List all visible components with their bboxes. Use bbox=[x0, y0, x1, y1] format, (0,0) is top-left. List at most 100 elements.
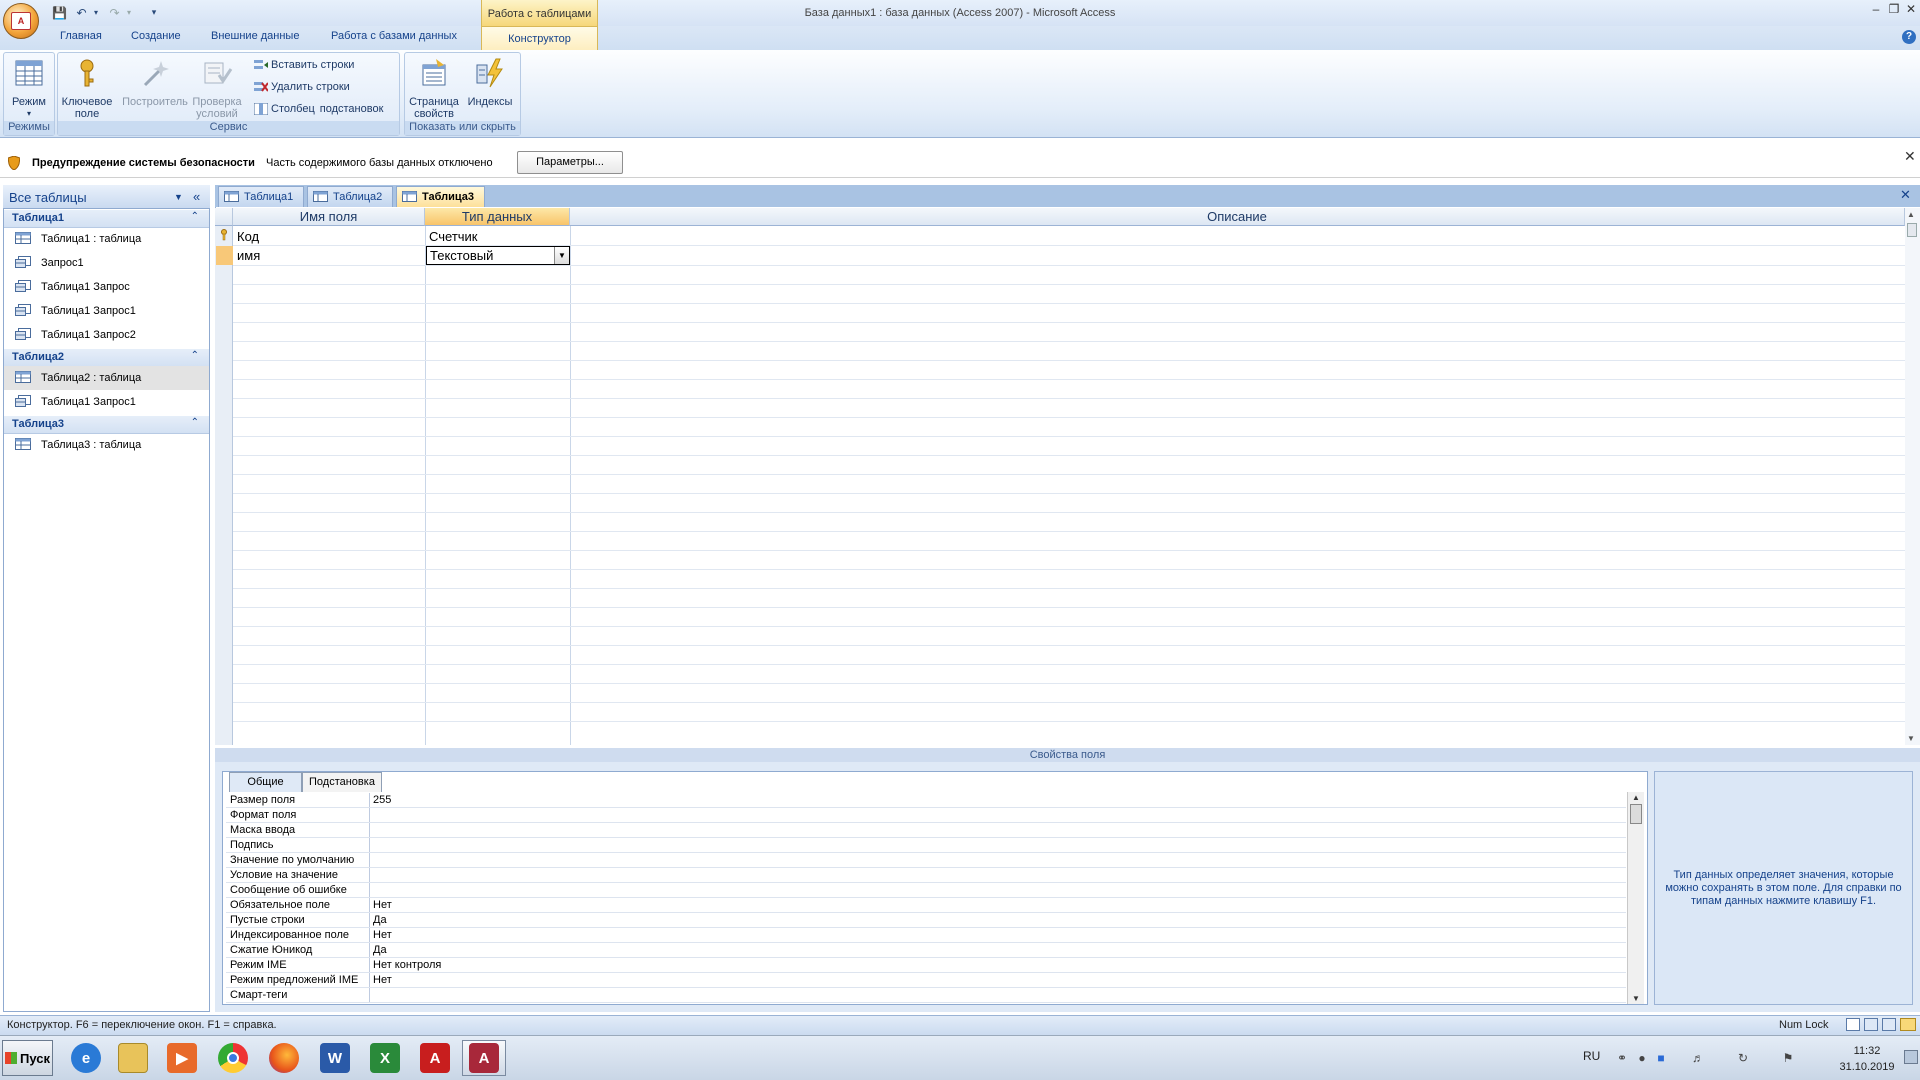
scroll-thumb[interactable] bbox=[1907, 223, 1917, 237]
property-row[interactable]: Режим предложений IME Нет bbox=[226, 973, 1626, 988]
scroll-up-icon[interactable]: ▲ bbox=[1907, 210, 1915, 219]
chevron-down-icon[interactable]: ▼ bbox=[174, 192, 183, 202]
volume-icon[interactable]: ♬ bbox=[1690, 1051, 1706, 1065]
nav-item[interactable]: Таблица2 : таблица bbox=[4, 366, 209, 390]
word-icon[interactable]: W bbox=[313, 1040, 357, 1076]
clock-date[interactable]: 31.10.2019 bbox=[1833, 1061, 1901, 1073]
nav-item[interactable]: Таблица1 Запрос1 bbox=[4, 299, 209, 323]
property-value[interactable]: Нет контроля bbox=[373, 959, 441, 971]
scroll-thumb[interactable] bbox=[1630, 804, 1642, 824]
insert-rows-button[interactable]: Вставить строки bbox=[254, 59, 354, 71]
firefox-icon[interactable] bbox=[262, 1040, 306, 1076]
doc-tab-tablitsa2[interactable]: Таблица2 bbox=[307, 186, 394, 207]
test-rules-button[interactable]: Проверка условий bbox=[192, 57, 242, 120]
tab-database-tools[interactable]: Работа с базами данных bbox=[331, 30, 457, 42]
property-row[interactable]: Формат поля bbox=[226, 808, 1626, 823]
property-row[interactable]: Сообщение об ошибке bbox=[226, 883, 1626, 898]
indexes-button[interactable]: Индексы bbox=[465, 57, 515, 108]
sync-icon[interactable]: ↻ bbox=[1735, 1051, 1751, 1065]
grid-vertical-scrollbar[interactable]: ▲ ▼ bbox=[1905, 208, 1920, 745]
property-row[interactable]: Режим IME Нет контроля bbox=[226, 958, 1626, 973]
tab-general[interactable]: Общие bbox=[229, 772, 302, 792]
close-icon[interactable]: ✕ bbox=[1904, 3, 1918, 17]
doc-tab-tablitsa3[interactable]: Таблица3 bbox=[396, 186, 485, 207]
nav-item[interactable]: Таблица1 Запрос1 bbox=[4, 390, 209, 414]
column-header-data-type[interactable]: Тип данных bbox=[425, 208, 570, 226]
property-row[interactable]: Значение по умолчанию bbox=[226, 853, 1626, 868]
key-field-button[interactable]: Ключевое поле bbox=[61, 57, 113, 120]
property-row[interactable]: Условие на значение bbox=[226, 868, 1626, 883]
scroll-down-icon[interactable]: ▼ bbox=[1907, 734, 1915, 743]
field-name-cell[interactable]: Код bbox=[237, 229, 259, 244]
collapse-icon[interactable]: ⌃ bbox=[191, 417, 199, 428]
property-row[interactable]: Обязательное поле Нет bbox=[226, 898, 1626, 913]
tray-app-icon[interactable]: ● bbox=[1634, 1051, 1650, 1065]
table-row-selector[interactable] bbox=[216, 246, 233, 265]
properties-scrollbar[interactable]: ▲ ▼ bbox=[1627, 792, 1644, 1004]
property-row[interactable]: Индексированное поле Нет bbox=[226, 928, 1626, 943]
action-center-flag-icon[interactable]: ⚑ bbox=[1780, 1051, 1796, 1065]
tab-home[interactable]: Главная bbox=[60, 30, 102, 42]
scroll-up-icon[interactable]: ▲ bbox=[1632, 793, 1640, 802]
property-row[interactable]: Подпись bbox=[226, 838, 1626, 853]
property-row[interactable]: Пустые строки Да bbox=[226, 913, 1626, 928]
column-header-description[interactable]: Описание bbox=[570, 208, 1905, 226]
access-icon[interactable]: A bbox=[462, 1040, 506, 1076]
security-tray-icon[interactable]: ■ bbox=[1653, 1051, 1669, 1065]
mode-button[interactable]: Режим ▾ bbox=[6, 57, 52, 120]
property-row[interactable]: Маска ввода bbox=[226, 823, 1626, 838]
media-player-icon[interactable]: ▶ bbox=[160, 1040, 204, 1076]
close-icon[interactable]: ✕ bbox=[1904, 148, 1916, 165]
excel-icon[interactable]: X bbox=[363, 1040, 407, 1076]
nav-item[interactable]: Таблица3 : таблица bbox=[4, 433, 209, 457]
language-indicator[interactable]: RU bbox=[1583, 1049, 1600, 1063]
property-value[interactable]: Нет bbox=[373, 929, 392, 941]
pivottable-view-icon[interactable] bbox=[1864, 1018, 1878, 1031]
pivotchart-view-icon[interactable] bbox=[1882, 1018, 1896, 1031]
tab-external-data[interactable]: Внешние данные bbox=[211, 30, 299, 42]
field-name-cell[interactable]: имя bbox=[237, 248, 260, 263]
clock-time[interactable]: 11:32 bbox=[1845, 1045, 1889, 1057]
collapse-icon[interactable]: ⌃ bbox=[191, 211, 199, 222]
property-row[interactable]: Смарт-теги bbox=[226, 988, 1626, 1003]
internet-explorer-icon[interactable]: e bbox=[64, 1040, 108, 1076]
security-options-button[interactable]: Параметры... bbox=[517, 151, 623, 174]
property-value[interactable]: Нет bbox=[373, 974, 392, 986]
show-desktop-icon[interactable] bbox=[1904, 1050, 1918, 1064]
chrome-icon[interactable] bbox=[211, 1040, 255, 1076]
collapse-icon[interactable]: ⌃ bbox=[191, 350, 199, 361]
property-sheet-button[interactable]: Страница свойств bbox=[407, 57, 461, 120]
lookup-column-button[interactable]: Столбец подстановок bbox=[254, 103, 383, 115]
restore-icon[interactable]: ❐ bbox=[1887, 3, 1901, 17]
network-icon[interactable]: ⚭ bbox=[1614, 1051, 1630, 1065]
datasheet-view-icon[interactable] bbox=[1846, 1018, 1860, 1031]
nav-group-tablitsa3[interactable]: Таблица3 ⌃ bbox=[4, 416, 209, 434]
column-header-field-name[interactable]: Имя поля bbox=[233, 208, 425, 226]
design-view-icon[interactable] bbox=[1900, 1018, 1916, 1031]
nav-item[interactable]: Таблица1 Запрос bbox=[4, 275, 209, 299]
office-button[interactable]: A bbox=[3, 3, 39, 39]
file-explorer-icon[interactable] bbox=[111, 1040, 155, 1076]
nav-group-tablitsa1[interactable]: Таблица1 ⌃ bbox=[4, 210, 209, 228]
table-row-selector[interactable] bbox=[216, 227, 233, 245]
minimize-icon[interactable]: – bbox=[1869, 3, 1883, 17]
property-row[interactable]: Размер поля 255 bbox=[226, 793, 1626, 808]
scroll-down-icon[interactable]: ▼ bbox=[1632, 994, 1640, 1003]
tab-create[interactable]: Создание bbox=[131, 30, 181, 42]
nav-item[interactable]: Таблица1 Запрос2 bbox=[4, 323, 209, 347]
dropdown-arrow-icon[interactable]: ▼ bbox=[554, 247, 569, 264]
property-value[interactable]: Да bbox=[373, 944, 387, 956]
data-type-cell[interactable]: Счетчик bbox=[429, 229, 478, 244]
tab-lookup[interactable]: Подстановка bbox=[302, 772, 382, 792]
property-value[interactable]: 255 bbox=[373, 794, 391, 806]
close-icon[interactable]: ✕ bbox=[1900, 187, 1911, 203]
start-button[interactable]: Пуск bbox=[2, 1040, 53, 1076]
nav-group-tablitsa2[interactable]: Таблица2 ⌃ bbox=[4, 349, 209, 367]
delete-rows-button[interactable]: Удалить строки bbox=[254, 81, 350, 93]
builder-button[interactable]: Построитель bbox=[120, 57, 190, 108]
nav-item[interactable]: Таблица1 : таблица bbox=[4, 227, 209, 251]
doc-tab-tablitsa1[interactable]: Таблица1 bbox=[218, 186, 305, 207]
tab-design[interactable]: Конструктор bbox=[481, 26, 598, 50]
property-value[interactable]: Нет bbox=[373, 899, 392, 911]
select-all-corner[interactable] bbox=[215, 208, 233, 226]
